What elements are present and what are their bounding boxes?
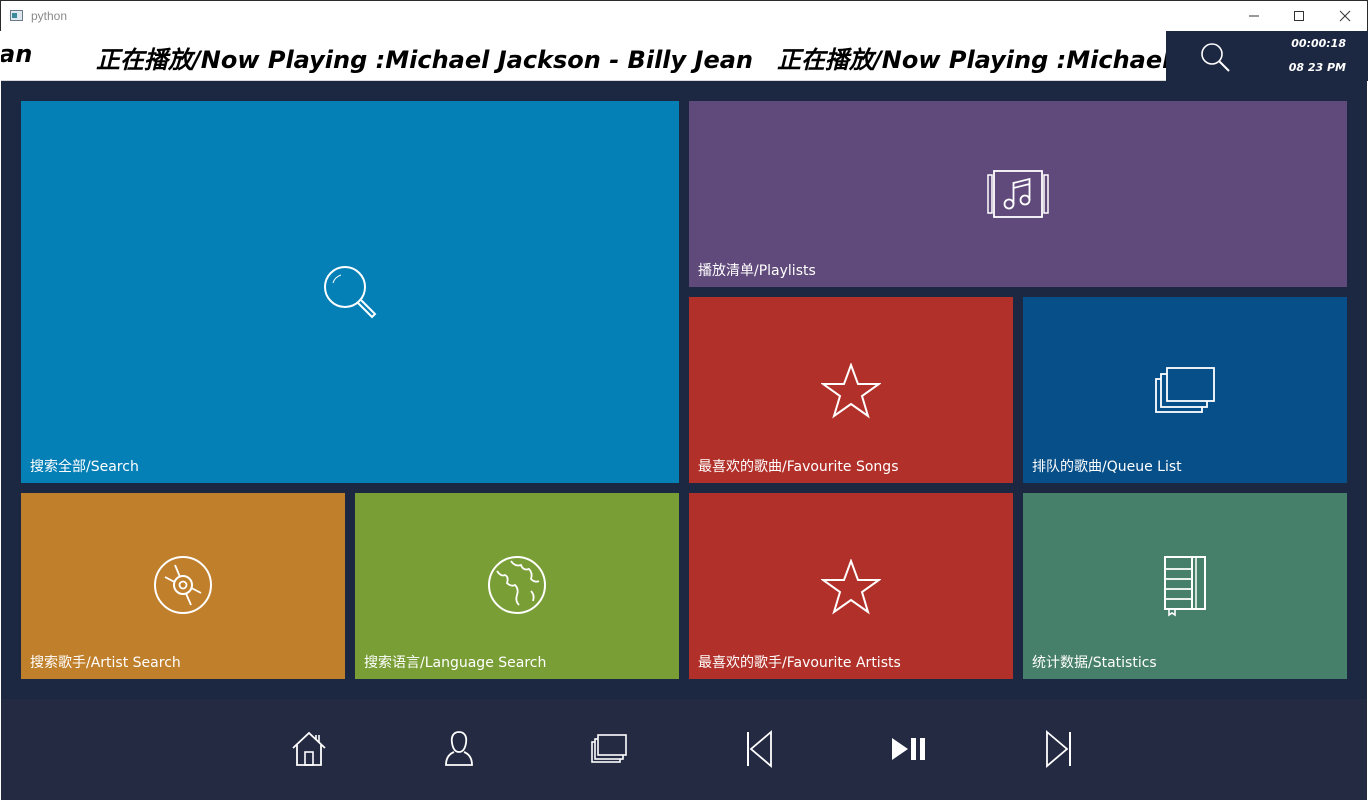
next-button[interactable] xyxy=(1039,729,1079,769)
bottom-nav-bar xyxy=(1,699,1367,800)
maximize-icon xyxy=(1294,11,1304,21)
tile-label: 排队的歌曲/Queue List xyxy=(1032,459,1182,475)
clock-time: 08 23 PM xyxy=(1288,61,1346,74)
minimize-button[interactable] xyxy=(1231,1,1277,31)
tile-playlists[interactable]: 播放清单/Playlists xyxy=(689,101,1347,287)
tile-label: 最喜欢的歌曲/Favourite Songs xyxy=(698,459,899,475)
star-icon xyxy=(821,363,881,419)
play-pause-button[interactable] xyxy=(889,729,929,769)
now-playing-text-partial-left: an xyxy=(1,40,33,68)
tile-language-search[interactable]: 搜索语言/Language Search xyxy=(355,493,679,679)
tile-label: 搜索歌手/Artist Search xyxy=(30,655,181,671)
window-titlebar: python xyxy=(0,0,1368,31)
search-icon xyxy=(1201,43,1230,72)
tile-grid: 搜索全部/Search 播放清单/Playlists 最喜欢的歌曲/Favour… xyxy=(1,81,1367,699)
music-album-icon xyxy=(987,170,1049,218)
globe-icon xyxy=(488,556,546,614)
tile-statistics[interactable]: 统计数据/Statistics xyxy=(1023,493,1347,679)
search-icon xyxy=(324,266,377,319)
stack-windows-icon xyxy=(1155,367,1215,413)
tile-artist-search[interactable]: 搜索歌手/Artist Search xyxy=(21,493,345,679)
window-title: python xyxy=(31,9,68,23)
tile-label: 播放清单/Playlists xyxy=(698,263,816,279)
minimize-icon xyxy=(1249,15,1259,17)
notebook-icon xyxy=(1164,556,1206,617)
play-pause-icon xyxy=(892,738,925,760)
tile-label: 搜索全部/Search xyxy=(30,459,139,475)
header-status-panel: 00:00:18 08 23 PM xyxy=(1166,31,1368,81)
stack-windows-icon xyxy=(591,734,627,763)
close-icon xyxy=(1339,10,1351,22)
tile-favourite-artists[interactable]: 最喜欢的歌手/Favourite Artists xyxy=(689,493,1013,679)
header-search-button[interactable] xyxy=(1198,40,1232,74)
now-playing-text: 正在播放/Now Playing :Michael Jackson - Bill… xyxy=(96,46,754,74)
skip-next-icon xyxy=(1046,730,1071,768)
close-button[interactable] xyxy=(1322,1,1368,31)
previous-button[interactable] xyxy=(739,729,779,769)
artist-button[interactable] xyxy=(439,729,479,769)
home-button[interactable] xyxy=(289,729,329,769)
tile-queue-list[interactable]: 排队的歌曲/Queue List xyxy=(1023,297,1347,483)
app-icon xyxy=(10,10,23,21)
tile-label: 搜索语言/Language Search xyxy=(364,655,547,671)
skip-previous-icon xyxy=(747,730,772,768)
maximize-button[interactable] xyxy=(1276,1,1322,31)
tile-label: 最喜欢的歌手/Favourite Artists xyxy=(698,655,901,671)
disc-icon xyxy=(154,556,212,614)
star-icon xyxy=(821,559,881,615)
now-playing-marquee: an 正在播放/Now Playing :Michael Jackson - B… xyxy=(1,31,1166,81)
queue-button[interactable] xyxy=(589,729,629,769)
user-icon xyxy=(445,731,473,766)
home-icon xyxy=(292,731,326,766)
elapsed-time: 00:00:18 xyxy=(1291,37,1346,50)
tile-search[interactable]: 搜索全部/Search xyxy=(21,101,679,483)
tile-label: 统计数据/Statistics xyxy=(1032,655,1157,671)
now-playing-text-partial-right: 正在播放/Now Playing :Michael J xyxy=(777,46,1166,74)
tile-favourite-songs[interactable]: 最喜欢的歌曲/Favourite Songs xyxy=(689,297,1013,483)
